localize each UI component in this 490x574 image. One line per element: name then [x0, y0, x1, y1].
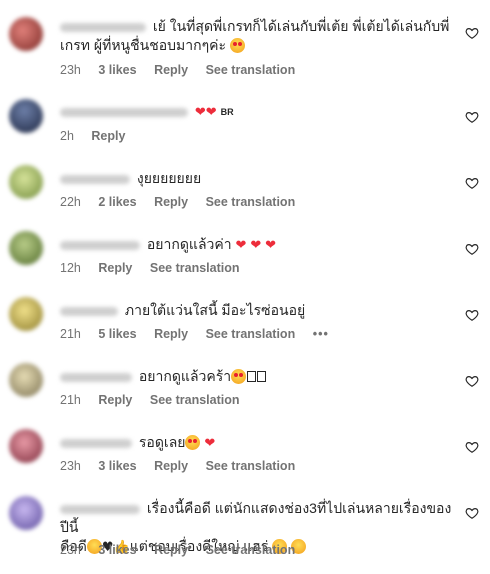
heart-outline-icon[interactable] [465, 374, 479, 388]
reply-button[interactable]: Reply [154, 63, 188, 77]
avatar[interactable] [9, 99, 43, 133]
timestamp: 21h [60, 327, 81, 341]
reply-button[interactable]: Reply [91, 129, 125, 143]
timestamp: 2h [60, 129, 74, 143]
comment-text: เย้ ในที่สุดพี่เกรทก็ได้เล่นกับพี่เต้ย พ… [60, 17, 454, 55]
more-options-button[interactable]: ••• [313, 327, 329, 341]
likes-count[interactable]: 2 likes [98, 195, 136, 209]
comment-meta: 23h 3 likes Reply See translation [60, 459, 309, 473]
timestamp: 21h [60, 393, 81, 407]
red-heart-emoji-icon: ❤ [205, 105, 217, 120]
avatar[interactable] [9, 231, 43, 265]
timestamp: 23h [60, 459, 81, 473]
comment-meta: 22h 2 likes Reply See translation [60, 195, 309, 209]
username[interactable] [60, 174, 130, 184]
comment-meta: 23h 3 likes Reply See translation [60, 543, 309, 557]
avatar[interactable] [9, 297, 43, 331]
comment-body: งุยยยยยยย [136, 170, 202, 186]
heart-outline-icon[interactable] [465, 242, 479, 256]
heart-outline-icon[interactable] [465, 506, 479, 520]
comment-body: BR [220, 107, 234, 117]
comment-body: อยากดูแล้วค่า [146, 236, 232, 252]
red-heart-emoji-icon: ❤ [235, 238, 247, 253]
comment-meta: 23h 3 likes Reply See translation [60, 63, 309, 77]
comment-text: อยากดูแล้วค่า ❤ ❤ ❤ [60, 235, 454, 255]
comment-body: อยากดูแล้วคร้า [138, 368, 232, 384]
comment-body: รอดูเลย [138, 434, 186, 450]
comment-text: รอดูเลย ❤ [60, 433, 454, 453]
heart-eyes-emoji-icon [185, 435, 201, 450]
likes-count[interactable]: 5 likes [98, 327, 136, 341]
username[interactable] [60, 438, 132, 448]
reply-button[interactable]: Reply [154, 543, 188, 557]
avatar[interactable] [9, 429, 43, 463]
comment-text: ภายใต้แว่นใสนี้ มีอะไรซ่อนอยู่ [60, 301, 454, 320]
likes-count[interactable]: 3 likes [98, 543, 136, 557]
see-translation-button[interactable]: See translation [206, 459, 296, 473]
comment-meta: 21h Reply See translation [60, 393, 254, 407]
missing-glyph-icon [247, 371, 257, 382]
avatar[interactable] [9, 496, 43, 530]
heart-outline-icon[interactable] [465, 440, 479, 454]
timestamp: 22h [60, 195, 81, 209]
reply-button[interactable]: Reply [98, 261, 132, 275]
username[interactable] [60, 504, 140, 514]
likes-count[interactable]: 3 likes [98, 63, 136, 77]
reply-button[interactable]: Reply [154, 459, 188, 473]
see-translation-button[interactable]: See translation [150, 393, 240, 407]
comment-meta: 12h Reply See translation [60, 261, 254, 275]
see-translation-button[interactable]: See translation [206, 327, 296, 341]
comment-body: ภายใต้แว่นใสนี้ มีอะไรซ่อนอยู่ [124, 302, 306, 318]
comment-meta: 2h Reply [60, 129, 139, 143]
username[interactable] [60, 22, 146, 32]
heart-outline-icon[interactable] [465, 110, 479, 124]
timestamp: 12h [60, 261, 81, 275]
username[interactable] [60, 306, 118, 316]
timestamp: 23h [60, 543, 81, 557]
timestamp: 23h [60, 63, 81, 77]
reply-button[interactable]: Reply [98, 393, 132, 407]
username[interactable] [60, 107, 188, 117]
username[interactable] [60, 372, 132, 382]
heart-outline-icon[interactable] [465, 26, 479, 40]
heart-eyes-emoji-icon [229, 38, 245, 53]
comment-text: ❤❤ BR [60, 102, 454, 122]
comment-text: งุยยยยยยย [60, 169, 454, 188]
avatar[interactable] [9, 17, 43, 51]
comment-text: อยากดูแล้วคร้า [60, 367, 454, 386]
see-translation-button[interactable]: See translation [206, 195, 296, 209]
red-heart-emoji-icon: ❤ [265, 238, 277, 253]
avatar[interactable] [9, 165, 43, 199]
red-heart-emoji-icon: ❤ [250, 238, 262, 253]
see-translation-button[interactable]: See translation [206, 543, 296, 557]
see-translation-button[interactable]: See translation [206, 63, 296, 77]
heart-outline-icon[interactable] [465, 176, 479, 190]
reply-button[interactable]: Reply [154, 327, 188, 341]
avatar[interactable] [9, 363, 43, 397]
see-translation-button[interactable]: See translation [150, 261, 240, 275]
red-heart-emoji-icon: ❤ [194, 105, 206, 120]
missing-glyph-icon [257, 371, 267, 382]
reply-button[interactable]: Reply [154, 195, 188, 209]
likes-count[interactable]: 3 likes [98, 459, 136, 473]
username[interactable] [60, 240, 140, 250]
heart-outline-icon[interactable] [465, 308, 479, 322]
smiling-hearts-emoji-icon [231, 369, 247, 384]
comment-meta: 21h 5 likes Reply See translation ••• [60, 327, 343, 341]
red-heart-emoji-icon: ❤ [204, 436, 216, 451]
